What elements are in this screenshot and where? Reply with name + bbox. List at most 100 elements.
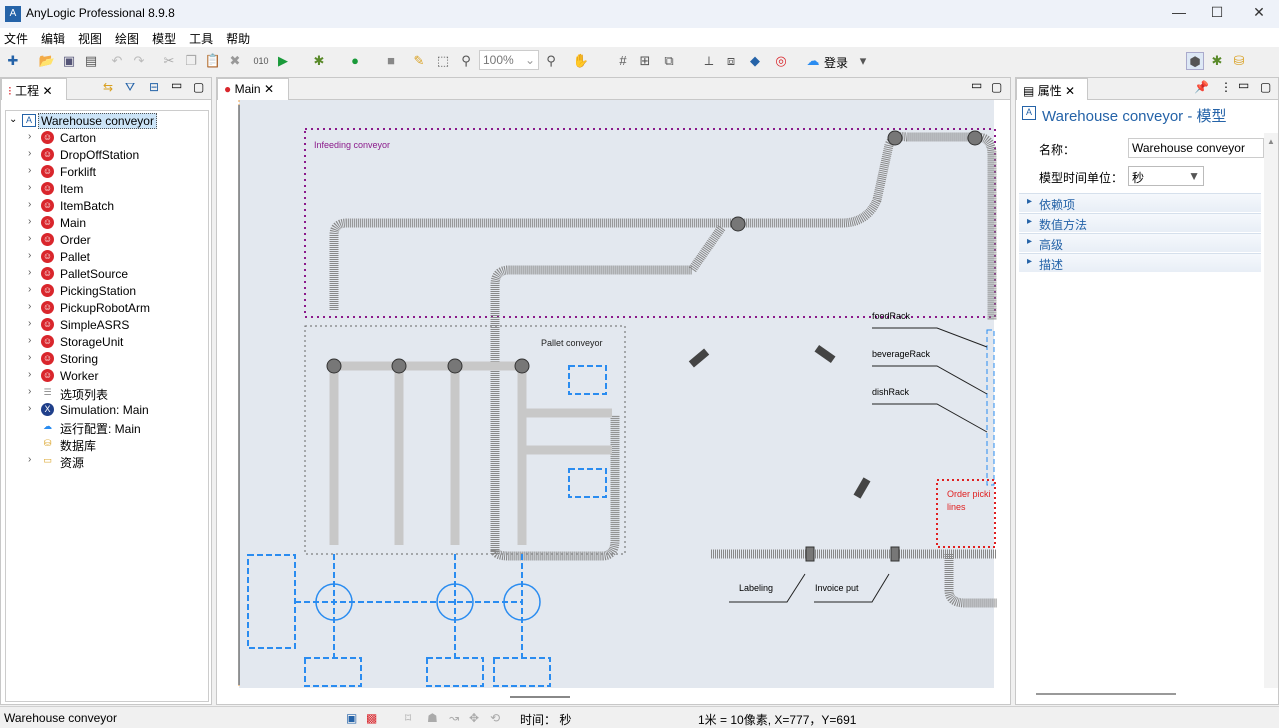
problems-icon[interactable]: ▩ (366, 711, 377, 725)
zoom-in-icon[interactable]: ⚲ (542, 52, 560, 70)
expand-icon[interactable]: › (28, 318, 31, 329)
collapse-all-icon[interactable]: ⊟ (149, 80, 159, 94)
model-canvas[interactable]: Infeeding conveyor Pallet conveyor foodR… (217, 100, 1010, 704)
minimize-editor-icon[interactable]: ▭ (971, 78, 982, 92)
pin-icon[interactable]: 📌 (1194, 80, 1209, 94)
tab-project[interactable]: ⁝ 工程 ✕ (1, 78, 67, 100)
path-tool-icon[interactable]: ↝ (449, 711, 459, 725)
expand-icon[interactable]: › (28, 199, 31, 210)
expand-icon[interactable]: › (28, 284, 31, 295)
tree-item[interactable]: › ☺ Main (6, 215, 206, 232)
help-lifebuoy-icon[interactable]: ◎ (772, 52, 790, 70)
stop-icon[interactable]: ■ (382, 52, 400, 70)
tree-item[interactable]: › ☺ StorageUnit (6, 334, 206, 351)
tree-item[interactable]: › ☺ PickingStation (6, 283, 206, 300)
shape-tool-icon[interactable]: ⌑ (405, 711, 411, 725)
grid-icon[interactable]: # (614, 52, 632, 70)
open-icon[interactable]: 📂 (38, 52, 56, 70)
tree-item[interactable]: ⛁ 数据库 (6, 436, 206, 453)
tree-item[interactable]: › ☰ 选项列表 (6, 385, 206, 402)
zoom-fit-icon[interactable]: ⬚ (434, 52, 452, 70)
filter-icon[interactable]: ⛛ (125, 80, 135, 95)
save-icon[interactable]: ▣ (60, 52, 78, 70)
horizontal-scrollbar[interactable] (510, 696, 570, 698)
expand-icon[interactable]: › (28, 165, 31, 176)
tree-item[interactable]: › ☺ Pallet (6, 249, 206, 266)
save-all-icon[interactable]: ▤ (82, 52, 100, 70)
highlight-icon[interactable]: ✎ (410, 52, 428, 70)
section-dependencies[interactable]: 依赖项 (1019, 193, 1261, 212)
redo-icon[interactable]: ↷ (130, 52, 148, 70)
login-button[interactable]: 登录 (824, 54, 848, 71)
tree-item[interactable]: › ☺ Worker (6, 368, 206, 385)
section-numeric-methods[interactable]: 数值方法 (1019, 213, 1261, 232)
rotate-tool-icon[interactable]: ⟲ (490, 711, 500, 725)
menu-file[interactable]: 文件 (0, 28, 28, 47)
vertical-scrollbar[interactable]: ▲ (1264, 133, 1278, 688)
run-experiment-icon[interactable]: ● (346, 52, 364, 70)
tree-item[interactable]: › ☺ PickupRobotArm (6, 300, 206, 317)
close-tab-icon[interactable]: ✕ (264, 82, 274, 96)
copy-icon[interactable]: ❐ (182, 52, 200, 70)
menu-draw[interactable]: 绘图 (111, 28, 139, 47)
expand-icon[interactable]: › (28, 216, 31, 227)
link-editor-icon[interactable]: ⇆ (103, 80, 113, 94)
menu-edit[interactable]: 编辑 (37, 28, 65, 47)
maximize-panel-icon[interactable]: ▢ (193, 80, 204, 94)
expand-icon[interactable]: › (28, 131, 31, 142)
expand-icon[interactable]: › (28, 233, 31, 244)
tree-item[interactable]: › ☺ Carton (6, 130, 206, 147)
tree-item[interactable]: › ☺ DropOffStation (6, 147, 206, 164)
name-input[interactable]: Warehouse conveyor (1128, 138, 1264, 158)
tree-item[interactable]: › ▭ 资源 (6, 453, 206, 470)
maximize-editor-icon[interactable]: ▢ (991, 80, 1002, 94)
expand-icon[interactable]: › (28, 148, 31, 159)
zoom-field[interactable]: 100% ⌄ (479, 50, 539, 70)
tree-root[interactable]: ⌄ A Warehouse conveyor (6, 113, 206, 130)
expand-icon[interactable]: › (28, 301, 31, 312)
cloud-icon[interactable]: ☁ (804, 52, 822, 70)
close-tab-icon[interactable]: ✕ (1065, 84, 1075, 98)
align-icon[interactable]: ⟂ (700, 52, 718, 70)
perspective-debug-icon[interactable]: ✱ (1208, 52, 1226, 70)
delete-icon[interactable]: ✖ (226, 52, 244, 70)
perspective-model-icon[interactable]: ⬢ (1186, 52, 1204, 70)
distribute-icon[interactable]: ⧈ (722, 52, 740, 70)
horizontal-scrollbar[interactable] (1036, 693, 1176, 695)
tree-item[interactable]: › ☺ Order (6, 232, 206, 249)
arrange-icon[interactable]: ⧉ (660, 52, 678, 70)
maximize-button[interactable]: ☐ (1202, 4, 1232, 24)
tree-item[interactable]: › ☺ PalletSource (6, 266, 206, 283)
python-icon[interactable]: ◆ (746, 52, 764, 70)
expand-icon[interactable]: › (28, 403, 31, 414)
section-advanced[interactable]: 高级 (1019, 233, 1261, 252)
people-tool-icon[interactable]: ☗ (427, 711, 438, 725)
login-dropdown-icon[interactable]: ▾ (854, 52, 872, 70)
minimize-panel-icon[interactable]: ▭ (171, 78, 182, 92)
build-icon[interactable]: 010 (252, 52, 270, 70)
zoom-out-icon[interactable]: ⚲ (457, 52, 475, 70)
expand-icon[interactable]: › (28, 335, 31, 346)
tree-item[interactable]: › ☺ ItemBatch (6, 198, 206, 215)
menu-view[interactable]: 视图 (74, 28, 102, 47)
new-model-icon[interactable]: ✚ (4, 52, 22, 70)
expand-icon[interactable]: › (28, 454, 31, 465)
expand-icon[interactable]: › (28, 267, 31, 278)
perspective-git-icon[interactable]: ⛁ (1230, 52, 1248, 70)
tab-main[interactable]: ● Main ✕ (217, 78, 289, 100)
snap-icon[interactable]: ⊞ (636, 52, 654, 70)
debug-icon[interactable]: ✱ (310, 52, 328, 70)
tree-item[interactable]: ☁ 运行配置: Main (6, 419, 206, 436)
minimize-button[interactable]: — (1164, 4, 1194, 24)
menu-model[interactable]: 模型 (148, 28, 176, 47)
tree-item[interactable]: › ☺ Item (6, 181, 206, 198)
expand-icon[interactable]: › (28, 369, 31, 380)
tab-properties[interactable]: ▤ 属性 ✕ (1016, 78, 1088, 100)
expand-icon[interactable]: › (28, 182, 31, 193)
menu-tools[interactable]: 工具 (185, 28, 213, 47)
expand-icon[interactable]: › (28, 386, 31, 397)
expand-icon[interactable]: › (28, 250, 31, 261)
close-button[interactable]: ✕ (1244, 4, 1274, 24)
cut-icon[interactable]: ✂ (160, 52, 178, 70)
maximize-panel-icon[interactable]: ▢ (1260, 80, 1271, 94)
